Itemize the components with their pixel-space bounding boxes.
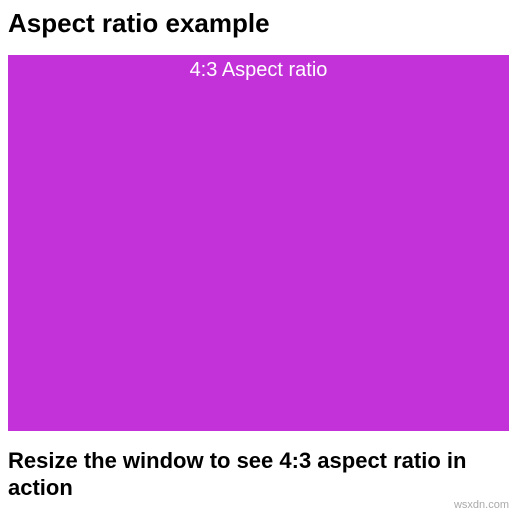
instruction-text: Resize the window to see 4:3 aspect rati… xyxy=(0,431,517,510)
aspect-ratio-label: 4:3 Aspect ratio xyxy=(8,59,509,82)
watermark: wsxdn.com xyxy=(454,499,509,511)
page-title: Aspect ratio example xyxy=(0,0,517,55)
aspect-ratio-box: 4:3 Aspect ratio xyxy=(8,55,509,431)
